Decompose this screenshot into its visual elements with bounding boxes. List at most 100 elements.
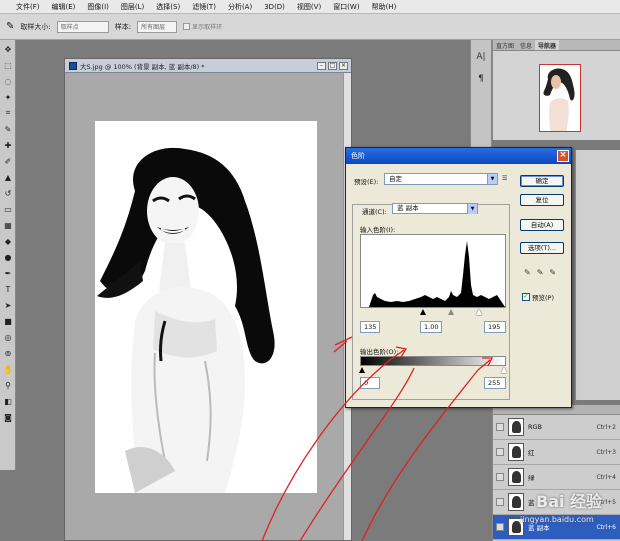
menu-filter[interactable]: 滤镜(T) [186, 2, 222, 12]
hand-tool-icon[interactable]: ✋ [1, 362, 15, 376]
channel-shortcut: Ctrl+6 [596, 523, 616, 531]
menu-view[interactable]: 视图(V) [291, 2, 327, 12]
output-sliders[interactable] [359, 367, 507, 375]
eraser-tool-icon[interactable]: ▭ [1, 202, 15, 216]
eyedropper-tool-icon[interactable]: ✎ [1, 122, 15, 136]
channel-row[interactable]: 红 Ctrl+3 [493, 440, 620, 465]
sample-label: 样本: [114, 22, 132, 31]
canvas-image[interactable] [95, 121, 317, 493]
channel-row[interactable]: 绿 Ctrl+4 [493, 465, 620, 490]
paragraph-icon[interactable]: ¶ [471, 74, 491, 84]
menu-analysis[interactable]: 分析(A) [222, 2, 258, 12]
options-button[interactable]: 选项(T)... [520, 242, 564, 254]
output-black-field[interactable]: 0 [360, 377, 380, 389]
marquee-tool-icon[interactable]: ⬚ [1, 58, 15, 72]
document-window: 大S.jpg @ 100% (背景 副本, 蓝 副本/8) * – □ × [64, 58, 352, 541]
shape-tool-icon[interactable]: ■ [1, 314, 15, 328]
zoom-tool-icon[interactable]: ⚲ [1, 378, 15, 392]
move-tool-icon[interactable]: ✥ [1, 42, 15, 56]
input-gamma-slider[interactable] [448, 309, 454, 315]
close-icon[interactable]: × [339, 61, 348, 70]
eyedropper-icon[interactable]: ✎ [6, 21, 14, 32]
dialog-title: 色阶 [351, 152, 365, 160]
magic-wand-tool-icon[interactable]: ✦ [1, 90, 15, 104]
blur-tool-icon[interactable]: ◆ [1, 234, 15, 248]
checkbox-icon [522, 292, 530, 301]
options-bar: ✎ 取样大小: 取样点 样本: 所有图层 显示取样环 [0, 14, 620, 40]
sample-size-select[interactable]: 取样点 [56, 20, 109, 33]
output-black-slider[interactable] [359, 367, 365, 373]
input-black-slider[interactable] [420, 309, 426, 315]
input-black-field[interactable]: 135 [360, 321, 380, 333]
color-swatch-icon[interactable]: ◧ [1, 394, 15, 408]
menu-help[interactable]: 帮助(H) [366, 2, 403, 12]
output-white-slider[interactable] [501, 367, 507, 373]
minimize-icon[interactable]: – [317, 61, 326, 70]
reset-button[interactable]: 复位 [520, 194, 564, 206]
window-controls: – □ × [317, 61, 351, 70]
output-white-field[interactable]: 255 [484, 377, 506, 389]
preview-label: 预览(P) [532, 294, 554, 302]
visibility-icon[interactable] [496, 498, 504, 506]
navigator-panel: 直方图 信息 导航器 [492, 40, 620, 140]
navigator-tabs: 直方图 信息 导航器 [493, 40, 620, 51]
gray-eyedropper-icon[interactable]: ✎ [537, 268, 544, 277]
channel-row[interactable]: RGB Ctrl+2 [493, 415, 620, 440]
show-ring-checkbox[interactable]: 显示取样环 [183, 22, 222, 31]
output-levels-label: 输出色阶(O): [360, 348, 399, 356]
input-sliders[interactable] [360, 309, 506, 317]
menu-window[interactable]: 窗口(W) [327, 2, 365, 12]
gradient-tool-icon[interactable]: ▦ [1, 218, 15, 232]
white-eyedropper-icon[interactable]: ✎ [549, 268, 556, 277]
brush-tool-icon[interactable]: ✐ [1, 154, 15, 168]
channel-select[interactable]: 蓝 副本 ▼ [392, 203, 478, 214]
visibility-icon[interactable] [496, 448, 504, 456]
auto-button[interactable]: 自动(A) [520, 219, 564, 231]
menu-select[interactable]: 选择(S) [150, 2, 186, 12]
channel-label: 通道(C): [362, 208, 387, 216]
path-select-icon[interactable]: ➤ [1, 298, 15, 312]
black-eyedropper-icon[interactable]: ✎ [524, 268, 531, 277]
ok-button[interactable]: 确定 [520, 175, 564, 187]
quickmask-icon[interactable]: ◙ [1, 410, 15, 424]
visibility-icon[interactable] [496, 473, 504, 481]
preview-checkbox[interactable]: 预览(P) [522, 292, 554, 302]
3d-orbit-icon[interactable]: ⊚ [1, 346, 15, 360]
sample-select[interactable]: 所有图层 [137, 20, 178, 33]
channel-shortcut: Ctrl+4 [596, 473, 616, 481]
document-titlebar: 大S.jpg @ 100% (背景 副本, 蓝 副本/8) * – □ × [65, 59, 351, 73]
input-gamma-field[interactable]: 1.00 [420, 321, 442, 333]
menu-bar: 文件(F) 编辑(E) 图像(I) 图层(L) 选择(S) 滤镜(T) 分析(A… [0, 0, 620, 14]
type-tool-icon[interactable]: T [1, 282, 15, 296]
healing-tool-icon[interactable]: ✚ [1, 138, 15, 152]
close-icon[interactable]: × [557, 150, 569, 162]
navigator-thumbnail[interactable] [539, 64, 581, 132]
menu-layer[interactable]: 图层(L) [115, 2, 150, 12]
input-white-field[interactable]: 195 [484, 321, 506, 333]
tab-histogram[interactable]: 直方图 [493, 40, 517, 50]
menu-image[interactable]: 图像(I) [81, 2, 115, 12]
tab-navigator[interactable]: 导航器 [535, 40, 560, 50]
input-white-slider[interactable] [476, 309, 482, 315]
visibility-icon[interactable] [496, 523, 504, 531]
preset-menu-icon[interactable]: ☰ [502, 175, 507, 182]
pen-tool-icon[interactable]: ✒ [1, 266, 15, 280]
menu-file[interactable]: 文件(F) [0, 2, 46, 12]
channel-name: 红 [528, 449, 535, 457]
stamp-tool-icon[interactable]: ▲ [1, 170, 15, 184]
history-brush-icon[interactable]: ↺ [1, 186, 15, 200]
lasso-tool-icon[interactable]: ◌ [1, 74, 15, 88]
character-icon[interactable]: A| [471, 52, 491, 62]
channel-thumbnail [508, 468, 524, 486]
3d-rotate-icon[interactable]: ◎ [1, 330, 15, 344]
visibility-icon[interactable] [496, 423, 504, 431]
menu-3d[interactable]: 3D(D) [258, 3, 291, 11]
preset-select[interactable]: 自定 ▼ [384, 173, 498, 185]
dodge-tool-icon[interactable]: ● [1, 250, 15, 264]
crop-tool-icon[interactable]: ⌗ [1, 106, 15, 120]
adjustments-panel [575, 150, 620, 400]
tab-info[interactable]: 信息 [517, 40, 535, 50]
menu-edit[interactable]: 编辑(E) [46, 2, 82, 12]
maximize-icon[interactable]: □ [328, 61, 337, 70]
document-title: 大S.jpg @ 100% (背景 副本, 蓝 副本/8) * [80, 62, 205, 71]
